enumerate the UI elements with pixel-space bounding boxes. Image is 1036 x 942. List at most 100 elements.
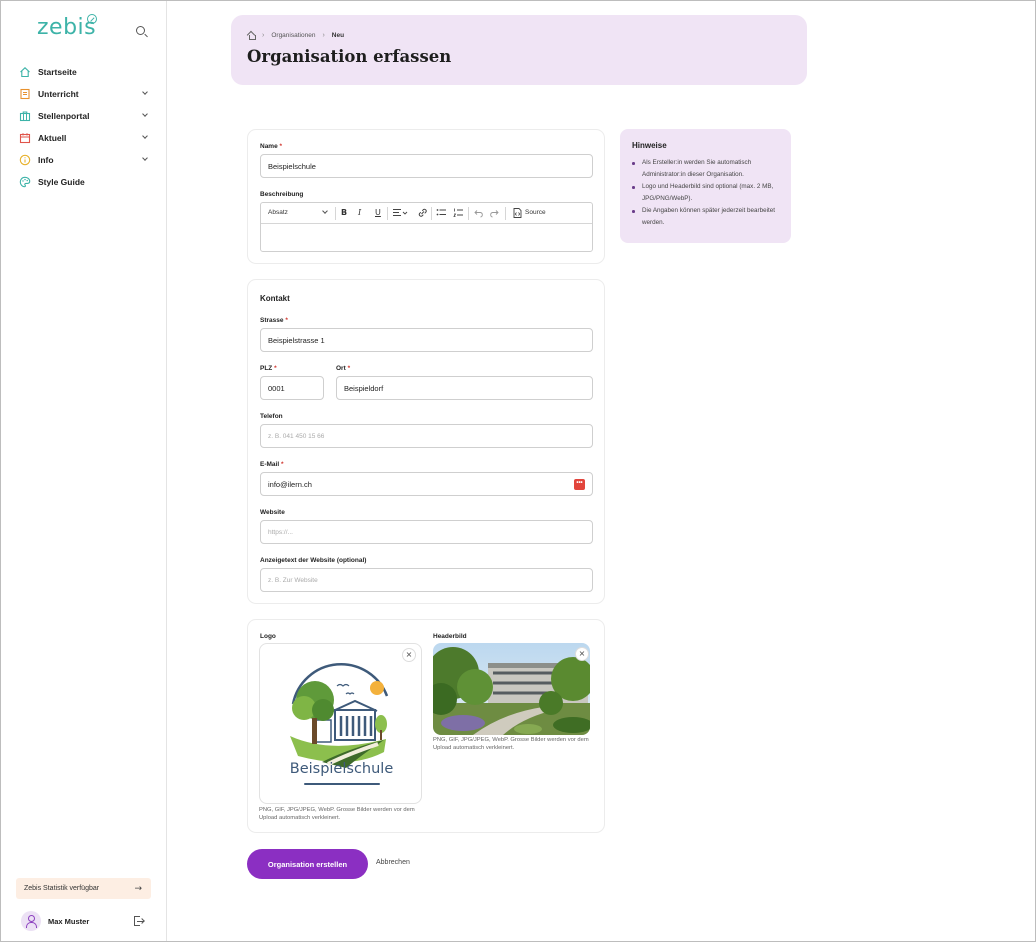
website-input[interactable]: https://... xyxy=(260,520,593,544)
phone-label: Telefon xyxy=(260,413,283,420)
underline-button[interactable]: U xyxy=(375,208,381,217)
zip-label: PLZ * xyxy=(260,365,277,372)
sidebar-item-aktuell[interactable]: Aktuell xyxy=(19,127,151,149)
email-input[interactable]: info@ilern.ch ••• xyxy=(260,472,593,496)
search-icon[interactable] xyxy=(135,25,149,39)
website-text-input[interactable]: z. B. Zur Website xyxy=(260,568,593,592)
sidebar: zebis Startseite Unterricht Stellenporta… xyxy=(1,1,167,941)
editor-toolbar: Absatz B I U Source xyxy=(261,203,592,224)
description-label: Beschreibung xyxy=(260,191,304,198)
description-editor: Absatz B I U Source xyxy=(260,202,593,252)
user-name: Max Muster xyxy=(48,916,90,926)
name-input[interactable]: Beispielschule xyxy=(260,154,593,178)
sidebar-item-label: Unterricht xyxy=(38,89,79,99)
street-label: Strasse * xyxy=(260,317,288,324)
sidebar-item-label: Startseite xyxy=(38,67,77,77)
logo-label: Logo xyxy=(260,633,276,640)
sidebar-item-startseite[interactable]: Startseite xyxy=(19,61,151,83)
header-photo-image xyxy=(433,643,590,735)
redo-icon[interactable] xyxy=(489,207,499,221)
numbered-list-icon[interactable] xyxy=(453,207,464,221)
media-card: Logo Beispielschule × PNG, GIF, JPG/JPEG… xyxy=(247,619,605,833)
hints-title: Hinweise xyxy=(632,141,667,150)
street-label-text: Strasse xyxy=(260,317,284,324)
breadcrumb-organisations[interactable]: Organisationen xyxy=(271,32,315,39)
logo-mark-icon xyxy=(87,14,97,24)
website-label: Website xyxy=(260,509,285,516)
chevron-right-icon: › xyxy=(262,31,265,39)
format-select[interactable]: Absatz xyxy=(268,209,288,216)
bullet-list-icon[interactable] xyxy=(436,207,447,221)
city-label-text: Ort xyxy=(336,365,346,372)
sidebar-item-style-guide[interactable]: Style Guide xyxy=(19,171,151,193)
statistics-promo-button[interactable]: Zebis Statistik verfügbar → xyxy=(16,878,151,899)
undo-icon[interactable] xyxy=(474,207,484,221)
remove-logo-button[interactable]: × xyxy=(402,648,416,662)
italic-button[interactable]: I xyxy=(358,208,361,217)
hints-panel: Hinweise Als Ersteller:in werden Sie aut… xyxy=(620,129,791,243)
email-label: E-Mail * xyxy=(260,461,284,468)
cancel-button[interactable]: Abbrechen xyxy=(376,859,410,866)
chevron-down-icon xyxy=(142,155,148,161)
hint-item: Die Angaben können später jederzeit bear… xyxy=(632,205,779,229)
sidebar-item-stellenportal[interactable]: Stellenportal xyxy=(19,105,151,127)
city-input[interactable]: Beispieldorf xyxy=(336,376,593,400)
school-name-logo-text: Beispielschule xyxy=(289,761,394,777)
logo-preview[interactable]: Beispielschule xyxy=(259,643,422,804)
sidebar-item-label: Aktuell xyxy=(38,133,67,143)
password-manager-icon[interactable]: ••• xyxy=(574,479,585,490)
breadcrumb-current: Neu xyxy=(331,31,345,39)
create-organisation-button[interactable]: Organisation erstellen xyxy=(247,849,368,879)
header-image-preview[interactable] xyxy=(433,643,590,735)
zip-label-text: PLZ xyxy=(260,365,273,372)
general-card: Name * Beispielschule Beschreibung Absat… xyxy=(247,129,605,264)
breadcrumb: › Organisationen › Neu xyxy=(247,31,345,40)
street-input[interactable]: Beispielstrasse 1 xyxy=(260,328,593,352)
promo-label: Zebis Statistik verfügbar xyxy=(24,885,100,892)
sidebar-item-label: Info xyxy=(38,155,54,165)
chevron-down-icon xyxy=(142,133,148,139)
website-text-label: Anzeigetext der Website (optional) xyxy=(260,557,367,564)
header-upload-note: PNG, GIF, JPG/JPEG, WebP. Grosse Bilder … xyxy=(433,737,589,751)
sidebar-item-info[interactable]: Info xyxy=(19,149,151,171)
chevron-down-icon xyxy=(142,111,148,117)
sidebar-item-label: Stellenportal xyxy=(38,111,90,121)
page-header: › Organisationen › Neu Organisation erfa… xyxy=(231,15,807,85)
chevron-down-icon xyxy=(142,89,148,95)
sidebar-item-unterricht[interactable]: Unterricht xyxy=(19,83,151,105)
required-marker: * xyxy=(279,143,283,150)
required-marker: * xyxy=(274,365,277,372)
bold-button[interactable]: B xyxy=(341,208,347,217)
name-label-text: Name xyxy=(260,143,278,150)
zip-input[interactable]: 0001 xyxy=(260,376,324,400)
remove-header-image-button[interactable]: × xyxy=(575,647,589,661)
briefcase-icon xyxy=(19,110,31,122)
palette-icon xyxy=(19,176,31,188)
email-label-text: E-Mail xyxy=(260,461,280,468)
logo-upload-note: PNG, GIF, JPG/JPEG, WebP. Grosse Bilder … xyxy=(259,807,415,821)
page-title: Organisation erfassen xyxy=(247,47,452,66)
source-button[interactable]: Source xyxy=(525,209,546,216)
required-marker: * xyxy=(280,461,284,468)
source-icon[interactable] xyxy=(512,207,523,221)
align-icon[interactable] xyxy=(392,207,408,221)
home-icon xyxy=(19,66,31,78)
required-marker: * xyxy=(285,317,288,324)
description-textarea[interactable] xyxy=(261,224,592,251)
hints-list: Als Ersteller:in werden Sie automatisch … xyxy=(632,157,779,229)
chevron-right-icon: › xyxy=(322,31,325,39)
user-profile[interactable]: Max Muster xyxy=(21,911,151,931)
calendar-icon xyxy=(19,132,31,144)
logout-icon[interactable] xyxy=(134,916,145,926)
hint-item: Logo und Headerbild sind optional (max. … xyxy=(632,181,779,205)
arrow-right-icon: → xyxy=(134,884,142,894)
city-label: Ort * xyxy=(336,365,350,372)
chevron-down-icon xyxy=(322,208,328,214)
logo-underline xyxy=(304,783,380,785)
link-icon[interactable] xyxy=(417,207,428,221)
info-icon xyxy=(19,154,31,166)
home-icon[interactable] xyxy=(247,31,256,40)
phone-input[interactable]: z. B. 041 450 15 66 xyxy=(260,424,593,448)
sidebar-nav: Startseite Unterricht Stellenportal Aktu… xyxy=(19,61,151,193)
header-image-label: Headerbild xyxy=(433,633,467,640)
